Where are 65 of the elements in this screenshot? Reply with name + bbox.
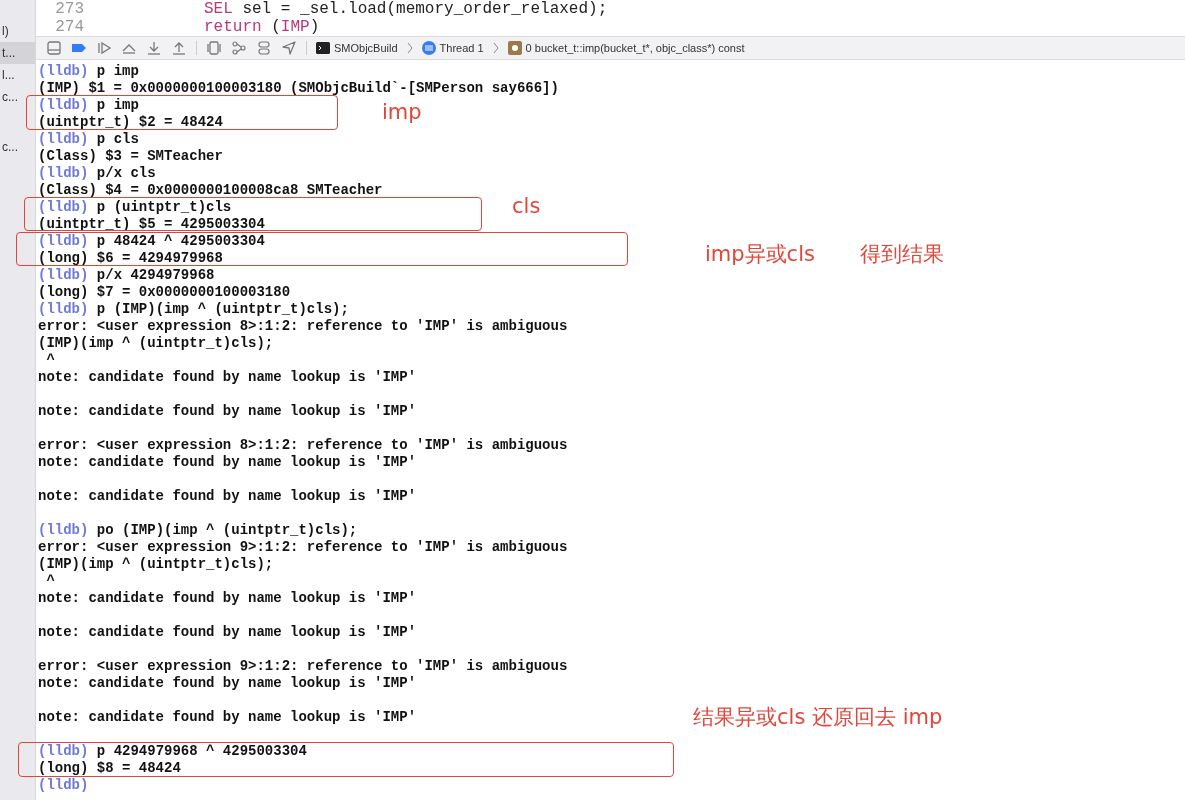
console-output: note: candidate found by name lookup is 'IMP' (38, 488, 417, 505)
console-output: note: candidate found by name lookup is 'IMP' (38, 709, 417, 726)
toggles-icon[interactable] (256, 40, 272, 56)
terminal-icon (316, 41, 330, 55)
thread-icon (421, 41, 436, 55)
breadcrumb-item[interactable]: SMObjcBuild (334, 42, 398, 54)
breadcrumb-item[interactable]: 0 bucket_t::imp(bucket_t*, objc_class*) const (525, 42, 745, 54)
console-output: note: candidate found by name lookup is 'IMP' (38, 675, 417, 692)
console-output: error: <user expression 8>:1:2: reference to 'IMP' is ambiguous (38, 437, 568, 454)
console-output: ^ (45, 352, 55, 369)
console-output: error: <user expression 9>:1:2: reference to 'IMP' is ambiguous (38, 658, 568, 675)
console-output: note: candidate found by name lookup is 'IMP' (38, 624, 417, 641)
step-into-icon[interactable] (146, 40, 162, 56)
console-output: (Class) $4 = 0x0000000100008ca8 SMTeacher (38, 182, 383, 199)
annotation-label: imp异或cls (705, 241, 815, 268)
console-command: (lldb) p 4294979968 ^ 4295003304 (38, 743, 307, 760)
line-number: 273 (54, 0, 84, 18)
step-out-icon[interactable] (171, 40, 187, 56)
continue-icon[interactable] (96, 40, 112, 56)
chevron-icon (492, 42, 499, 54)
panel-icon[interactable] (46, 40, 62, 56)
console-command: (lldb) p 48424 ^ 4295003304 (38, 233, 265, 250)
console-command: (lldb) p/x 4294979968 (38, 267, 215, 284)
navigator-item[interactable]: l) (0, 20, 35, 42)
graph-icon[interactable] (231, 40, 247, 56)
console-output: (Class) $3 = SMTeacher (38, 148, 223, 165)
code-line: SEL sel = _sel.load(memory_order_relaxed); (204, 0, 608, 18)
line-number: 274 (54, 18, 84, 36)
console-output: (long) $7 = 0x0000000100003180 (38, 284, 291, 301)
console-output: (uintptr_t) $2 = 48424 (38, 114, 223, 131)
console-output: (IMP) $1 = 0x0000000100003180 (SMObjcBuild`-[SMPerson say666]) (38, 80, 559, 97)
console-command: (lldb) p (uintptr_t)cls (38, 199, 232, 216)
console-output: note: candidate found by name lookup is 'IMP' (38, 403, 417, 420)
console-command: (lldb) po (IMP)(imp ^ (uintptr_t)cls); (38, 522, 358, 539)
console-output: (long) $8 = 48424 (38, 760, 181, 777)
console-output: (IMP)(imp ^ (uintptr_t)cls); (38, 556, 274, 573)
frame-icon (507, 41, 522, 55)
console-output: note: candidate found by name lookup is 'IMP' (38, 369, 417, 386)
annotation-label: 结果异或cls 还原回去 imp (693, 704, 943, 731)
console-command: (lldb) p/x cls (38, 165, 156, 182)
console-command: (lldb) p imp (38, 63, 139, 80)
console-output: note: candidate found by name lookup is 'IMP' (38, 454, 417, 471)
navigator-item[interactable]: c... (0, 136, 35, 158)
console-command: (lldb) p imp (38, 97, 139, 114)
console-command: (lldb) (38, 777, 89, 794)
console-output: (long) $6 = 4294979968 (38, 250, 223, 267)
console-command: (lldb) p cls (38, 131, 139, 148)
navigator-item[interactable]: t... (0, 42, 35, 64)
annotation-label: cls (512, 194, 541, 218)
annotation-label: imp (382, 100, 422, 124)
console-output: error: <user expression 8>:1:2: reference to 'IMP' is ambiguous (38, 318, 568, 335)
console-output: error: <user expression 9>:1:2: reference to 'IMP' is ambiguous (38, 539, 568, 556)
annotation-label: 得到结果 (860, 241, 944, 268)
location-icon[interactable] (281, 40, 297, 56)
chevron-icon (406, 42, 413, 54)
console-output: note: candidate found by name lookup is 'IMP' (38, 590, 417, 607)
console-output: (uintptr_t) $5 = 4295003304 (38, 216, 265, 233)
code-line: return (IMP) (204, 18, 320, 36)
console-output: (IMP)(imp ^ (uintptr_t)cls); (38, 335, 274, 352)
layers-icon[interactable] (206, 40, 222, 56)
console-command: (lldb) p (IMP)(imp ^ (uintptr_t)cls); (38, 301, 349, 318)
console-output: ^ (45, 573, 55, 590)
navigator-item[interactable]: c... (0, 86, 35, 108)
breadcrumb-item[interactable]: Thread 1 (439, 42, 484, 54)
navigator-item[interactable]: l... (0, 64, 35, 86)
